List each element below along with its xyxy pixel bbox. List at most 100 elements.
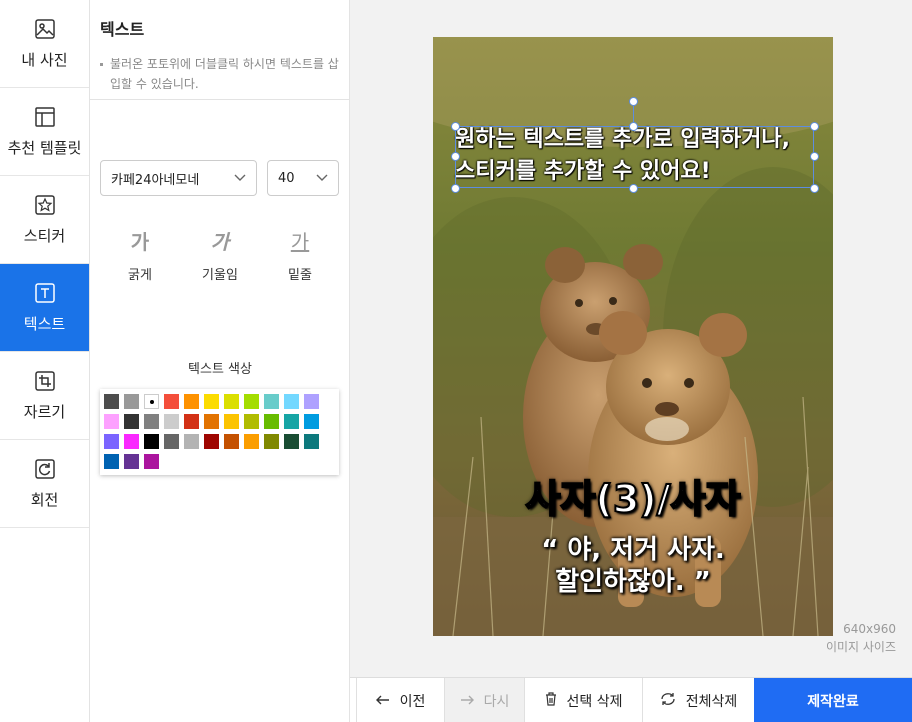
undo-button[interactable]: 이전	[356, 678, 444, 722]
color-swatch[interactable]	[184, 434, 199, 449]
color-swatch[interactable]	[204, 434, 219, 449]
resize-handle-bottom-left[interactable]	[451, 184, 460, 193]
font-size-select[interactable]: 40	[267, 160, 339, 196]
caption-quote-line: 할인하잖아. ”	[555, 567, 711, 597]
color-swatch[interactable]	[264, 434, 279, 449]
color-swatch[interactable]	[164, 434, 179, 449]
color-swatch[interactable]	[164, 394, 179, 409]
nav-label: 내 사진	[21, 51, 68, 69]
arrow-right-icon	[460, 693, 474, 709]
caption-quote-line: “ 야, 저거 사자.	[541, 535, 725, 565]
color-swatch[interactable]	[284, 394, 299, 409]
text-color-label: 텍스트 색상	[188, 362, 252, 377]
color-swatch[interactable]	[124, 434, 139, 449]
color-swatch[interactable]	[184, 414, 199, 429]
italic-label: 기울임	[202, 268, 238, 283]
image-size-info: 640x960 이미지 사이즈	[826, 620, 896, 656]
image-size-value: 640x960	[843, 622, 896, 636]
delete-selected-button[interactable]: 선택 삭제	[524, 678, 642, 722]
redo-button[interactable]: 다시	[444, 678, 524, 722]
font-family-select[interactable]: 카페24아네모네	[100, 160, 257, 196]
color-swatch[interactable]	[104, 434, 119, 449]
color-swatch[interactable]	[104, 414, 119, 429]
color-palette	[100, 389, 339, 475]
color-swatch[interactable]	[144, 454, 159, 469]
complete-button[interactable]: 제작완료	[754, 678, 912, 722]
color-swatch[interactable]	[304, 414, 319, 429]
selected-dot-icon	[150, 400, 154, 404]
color-swatch[interactable]	[184, 394, 199, 409]
delete-all-label: 전체삭제	[685, 693, 738, 710]
color-swatch[interactable]	[144, 414, 159, 429]
nav-item-templates[interactable]: 추천 템플릿	[0, 88, 89, 176]
rotate-handle[interactable]	[629, 97, 638, 106]
resize-handle-right[interactable]	[810, 152, 819, 161]
image-size-label: 이미지 사이즈	[825, 640, 896, 654]
color-swatch[interactable]	[304, 394, 319, 409]
nav-label: 텍스트	[23, 315, 66, 333]
color-swatch[interactable]	[264, 394, 279, 409]
crop-icon	[33, 369, 57, 393]
resize-handle-bottom[interactable]	[629, 184, 638, 193]
underline-label: 밑줄	[288, 268, 312, 283]
underline-icon: 가	[290, 230, 310, 254]
caption-quote[interactable]: “ 야, 저거 사자. 할인하잖아. ”	[433, 534, 833, 598]
color-swatch[interactable]	[144, 394, 159, 409]
underline-button[interactable]: 가 밑줄	[265, 226, 335, 283]
nav-label: 추천 템플릿	[7, 139, 82, 157]
color-swatch[interactable]	[104, 454, 119, 469]
color-swatch[interactable]	[284, 414, 299, 429]
color-swatch[interactable]	[224, 414, 239, 429]
color-swatch[interactable]	[204, 414, 219, 429]
nav-item-rotate[interactable]: 회전	[0, 440, 89, 528]
resize-handle-left[interactable]	[451, 152, 460, 161]
star-icon	[33, 193, 57, 217]
color-swatch[interactable]	[124, 414, 139, 429]
color-swatch[interactable]	[244, 434, 259, 449]
color-swatch[interactable]	[124, 394, 139, 409]
caption-title[interactable]: 사자(3)/사자	[433, 468, 833, 523]
color-swatch[interactable]	[124, 454, 139, 469]
selection-box[interactable]	[455, 126, 814, 188]
text-panel: 텍스트 불러온 포토위에 더블클릭 하시면 텍스트를 삽입할 수 있습니다. 카…	[90, 0, 350, 722]
resize-handle-bottom-right[interactable]	[810, 184, 819, 193]
italic-icon: 가	[210, 230, 230, 254]
color-swatch[interactable]	[144, 434, 159, 449]
color-swatch[interactable]	[244, 414, 259, 429]
template-icon	[33, 105, 57, 129]
arrow-left-icon	[375, 693, 390, 709]
nav-item-crop[interactable]: 자르기	[0, 352, 89, 440]
panel-header: 텍스트 불러온 포토위에 더블클릭 하시면 텍스트를 삽입할 수 있습니다.	[90, 0, 349, 100]
color-swatch[interactable]	[284, 434, 299, 449]
delete-selected-label: 선택 삭제	[566, 693, 623, 710]
resize-handle-top-left[interactable]	[451, 122, 460, 131]
resize-handle-top-right[interactable]	[810, 122, 819, 131]
nav-item-my-photos[interactable]: 내 사진	[0, 0, 89, 88]
color-swatch[interactable]	[304, 434, 319, 449]
nav-item-text[interactable]: 텍스트	[0, 264, 89, 352]
text-style-buttons: 가 굵게 가 기울임 가 밑줄	[100, 226, 340, 283]
font-size-value: 40	[278, 170, 295, 186]
undo-label: 이전	[399, 693, 426, 710]
trash-icon	[545, 691, 557, 710]
color-swatch[interactable]	[244, 394, 259, 409]
color-swatch[interactable]	[164, 414, 179, 429]
color-swatch[interactable]	[204, 394, 219, 409]
delete-all-button[interactable]: 전체삭제	[642, 678, 754, 722]
font-controls: 카페24아네모네 40	[100, 160, 339, 196]
color-swatch[interactable]	[224, 434, 239, 449]
nav-label: 회전	[30, 491, 59, 509]
redo-label: 다시	[483, 693, 510, 710]
refresh-icon	[660, 692, 676, 710]
bold-button[interactable]: 가 굵게	[105, 226, 175, 283]
nav-label: 스티커	[23, 227, 66, 245]
nav-item-stickers[interactable]: 스티커	[0, 176, 89, 264]
color-swatch[interactable]	[264, 414, 279, 429]
color-swatch[interactable]	[224, 394, 239, 409]
rotate-icon	[33, 457, 57, 481]
resize-handle-top[interactable]	[629, 122, 638, 131]
chevron-down-icon	[234, 171, 246, 186]
color-swatch[interactable]	[104, 394, 119, 409]
image-icon	[33, 17, 57, 41]
italic-button[interactable]: 가 기울임	[185, 226, 255, 283]
